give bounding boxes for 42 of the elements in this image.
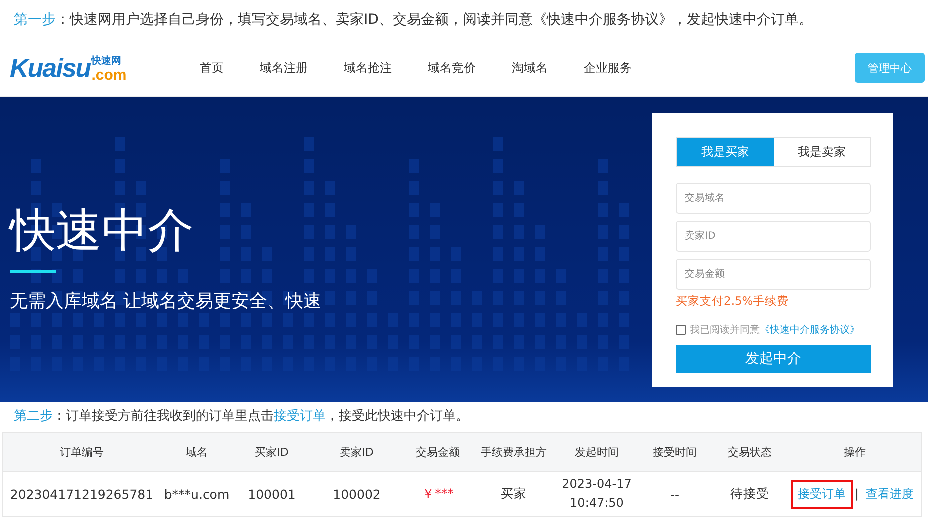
table-cell-text: 100002 [332,486,382,502]
column-header: 域名 [185,444,209,460]
banner-title: 快速中介 [10,202,195,258]
step-instruction: 第一步：快速网用户选择自己身份，填写交易域名、卖家ID、交易金额，阅读并同意《快速中介服务协议》，发起快速中介订单。 [13,11,814,30]
column-header: 接受时间 [652,444,698,460]
input-field[interactable]: 交易金额 [676,259,871,290]
nav-link[interactable]: 企业服务 [572,60,644,76]
action-link[interactable]: 查看进度 [861,482,920,506]
table-cell-text: 100001 [247,486,297,502]
column-header: 发起时间 [574,444,620,460]
input-field[interactable]: 交易域名 [676,183,871,214]
agreement-link[interactable]: 《快速中介服务协议》 [760,323,860,337]
action-link[interactable]: 接受订单 [790,480,853,508]
fee-note: 买家支付2.5%手续费 [676,294,790,309]
column-header: 手续费承担方 [480,444,548,460]
nav-link[interactable]: 首页 [188,60,236,76]
role-tab[interactable]: 我是买家 [677,138,774,166]
column-header: 买家ID [254,444,290,460]
nav-link[interactable]: 域名竞价 [416,60,488,76]
column-header: 卖家ID [339,444,375,460]
nav-link[interactable]: 淘域名 [500,60,560,76]
input-field[interactable]: 卖家ID [676,221,871,252]
table-cell-text: ￥*** [421,486,455,502]
table-cell-text: b***u.com [163,486,231,502]
nav-link[interactable]: 域名注册 [248,60,320,76]
table-cell-text: 待接受 [730,486,770,502]
accept-order-link[interactable]: 接受订单 [274,409,326,424]
column-header: 交易状态 [727,444,773,460]
table-cell-text: 2023-04-17 10:47:50 [561,476,633,512]
column-header: 操作 [843,444,867,460]
nav-link[interactable]: 域名抢注 [332,60,404,76]
agreement-checkbox[interactable] [676,325,686,335]
table-cell-text: -- [669,486,681,502]
banner-subtitle: 无需入库域名 让域名交易更安全、快速 [10,290,322,313]
column-header: 订单编号 [59,444,105,460]
separator: | [854,487,860,501]
step-instruction: 第二步：订单接受方前往我收到的订单里点击接受订单，接受此快速中介订单。 [14,409,469,424]
submit-button[interactable]: 发起中介 [676,345,871,373]
table-cell-text: 202304171219265781 [9,486,155,502]
table-cell-text: 买家 [500,486,528,502]
agreement-text: 我已阅读并同意 [690,324,760,337]
column-header: 交易金额 [415,444,461,460]
